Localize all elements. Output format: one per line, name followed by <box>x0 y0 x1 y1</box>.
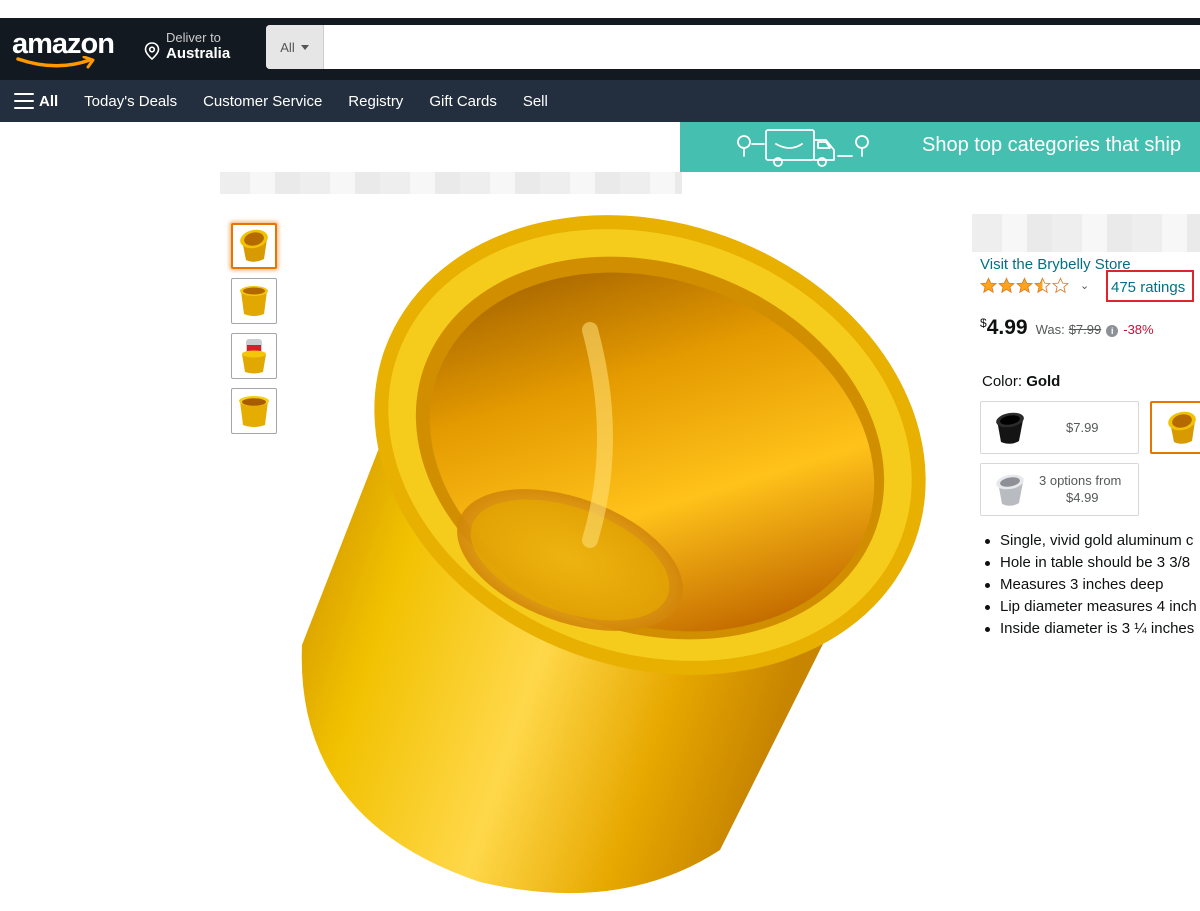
header-bar: amazon Deliver to Australia All <box>0 18 1200 80</box>
deliver-country: Australia <box>166 45 231 62</box>
nav-item-todays-deals[interactable]: Today's Deals <box>84 93 177 110</box>
star-full-icon <box>998 277 1015 294</box>
swatch-options-line: 3 options from <box>1039 473 1122 488</box>
swatch-black[interactable]: $7.99 <box>980 401 1139 454</box>
cup-holder-with-can-image <box>242 339 266 374</box>
cup-holder-image <box>240 229 268 262</box>
thumbnail-3[interactable] <box>231 333 277 379</box>
nav-all-menu[interactable]: All <box>14 93 58 110</box>
swatch-price: $4.99 <box>1066 490 1099 505</box>
product-title-blurred <box>972 214 1200 252</box>
deliver-label: Deliver to <box>166 30 221 45</box>
search-bar: All <box>266 25 1200 69</box>
top-strip <box>0 0 1200 18</box>
nav-item-gift-cards[interactable]: Gift Cards <box>429 93 497 110</box>
nav-all-label: All <box>39 92 59 110</box>
caret-down-icon <box>300 44 309 50</box>
thumbnail-2[interactable] <box>231 278 277 324</box>
ratings-count-link[interactable]: 475 ratings <box>1111 279 1185 296</box>
silver-cup-holder-image <box>996 474 1024 506</box>
smile-arrow-icon <box>16 56 95 69</box>
main-product-image[interactable] <box>290 210 950 900</box>
hamburger-menu-icon <box>14 93 34 109</box>
banner-text: Shop top categories that ship <box>922 134 1182 156</box>
nav-bar: All Today's Deals Customer Service Regis… <box>0 80 1200 122</box>
bullet-item: Lip diameter measures 4 inch <box>984 596 1200 618</box>
search-input[interactable] <box>324 25 1200 69</box>
thumbnail-4[interactable] <box>231 388 277 434</box>
feature-bullets: Single, vivid gold aluminum c Hole in ta… <box>984 530 1200 640</box>
gold-cup-holder-image <box>1168 411 1196 444</box>
color-selection-label: Color: Gold <box>982 373 1060 390</box>
promo-banner[interactable]: Shop top categories that ship <box>680 122 1200 172</box>
was-price: $7.99 <box>1068 322 1102 337</box>
discount-percent: -38% <box>1123 322 1154 337</box>
breadcrumb-blurred <box>220 172 682 194</box>
star-full-icon <box>1016 277 1033 294</box>
chevron-down-icon[interactable]: ⌄ <box>1080 279 1089 292</box>
delivery-truck-icon <box>737 129 869 167</box>
amazon-logo[interactable]: amazon <box>12 26 124 70</box>
star-full-icon <box>980 277 997 294</box>
swatch-silver[interactable]: 3 options from $4.99 <box>980 463 1139 516</box>
bullet-item: Single, vivid gold aluminum c <box>984 530 1200 552</box>
nav-item-registry[interactable]: Registry <box>348 93 403 110</box>
info-icon[interactable]: i <box>1106 325 1119 337</box>
price-amount: 4.99 <box>986 316 1028 339</box>
search-category-label: All <box>280 39 295 55</box>
star-half-icon <box>1034 277 1051 294</box>
cup-holder-image <box>240 286 268 316</box>
bullet-item: Inside diameter is 3 ¼ inches <box>984 618 1200 640</box>
star-empty-icon <box>1052 277 1069 294</box>
bullet-item: Measures 3 inches deep <box>984 574 1200 596</box>
cup-holder-image <box>239 396 269 427</box>
location-pin-icon <box>144 42 160 60</box>
nav-item-customer-service[interactable]: Customer Service <box>203 93 322 110</box>
color-label: Color: <box>982 373 1023 390</box>
ratings-count-highlight[interactable]: 475 ratings <box>1106 270 1194 302</box>
swatch-price: $7.99 <box>1066 420 1099 435</box>
black-cup-holder-image <box>996 412 1024 444</box>
was-label: Was: <box>1035 322 1065 337</box>
swatch-gold-selected[interactable] <box>1150 401 1200 454</box>
nav-item-sell[interactable]: Sell <box>523 93 548 110</box>
thumbnail-1[interactable] <box>231 223 277 269</box>
price-block: $ 4.99 Was: $7.99 i -38% <box>980 316 1154 340</box>
bullet-item: Hole in table should be 3 3/8 <box>984 552 1200 574</box>
star-rating[interactable]: ⌄ <box>980 277 1089 294</box>
color-value: Gold <box>1026 373 1061 390</box>
price-symbol: $ <box>980 316 987 330</box>
search-category-dropdown[interactable]: All <box>266 25 324 69</box>
